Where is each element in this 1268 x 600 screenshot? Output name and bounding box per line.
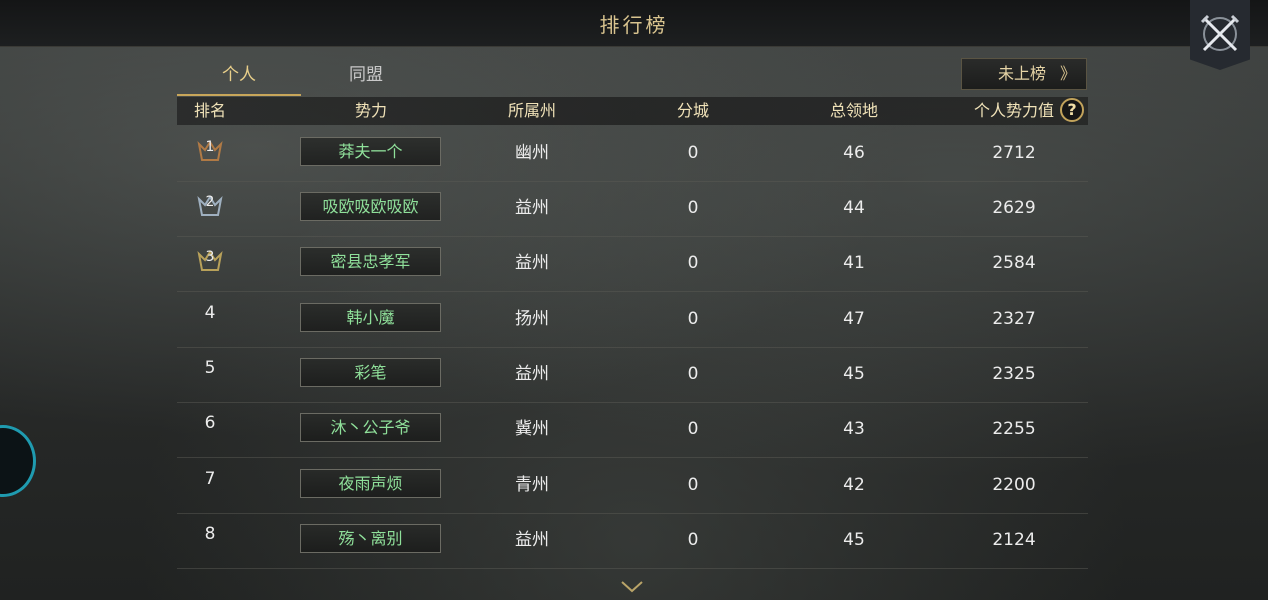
state: 益州 xyxy=(515,198,549,218)
power: 2325 xyxy=(992,364,1036,384)
table-row[interactable]: 2 吸欧吸欧吸欧 益州 0 44 2629 xyxy=(177,181,1088,237)
state: 扬州 xyxy=(515,309,549,329)
branch-city: 0 xyxy=(687,143,699,163)
state: 益州 xyxy=(515,253,549,273)
unranked-button[interactable]: 未上榜 》 xyxy=(961,58,1087,90)
power: 2255 xyxy=(992,419,1036,439)
table-row[interactable]: 6 沐丶公子爷 冀州 0 43 2255 xyxy=(177,402,1088,458)
rank: 6 xyxy=(204,413,216,433)
state: 幽州 xyxy=(515,143,549,163)
branch-city: 0 xyxy=(687,475,699,495)
power: 2124 xyxy=(992,530,1036,550)
territory: 43 xyxy=(843,419,865,439)
power: 2327 xyxy=(992,309,1036,329)
column-header-rank: 排名 xyxy=(193,101,227,120)
page-title: 排行榜 xyxy=(599,13,669,37)
close-button[interactable] xyxy=(1190,0,1250,70)
rank: 1 xyxy=(205,139,215,155)
rank: 2 xyxy=(205,194,215,210)
power: 2712 xyxy=(992,143,1036,163)
branch-city: 0 xyxy=(687,364,699,384)
faction-name-button[interactable]: 韩小魔 xyxy=(300,303,441,332)
faction-name-button[interactable]: 殇丶离别 xyxy=(300,524,441,553)
power: 2629 xyxy=(992,198,1036,218)
faction-name-button[interactable]: 吸欧吸欧吸欧 xyxy=(300,192,441,221)
ranking-table: 1 莽夫一个 幽州 0 46 2712 2 吸欧吸欧吸欧 益州 0 44 262… xyxy=(177,126,1088,600)
rank: 8 xyxy=(204,524,216,544)
table-header: 排名 势力 所属州 分城 总领地 个人势力值 xyxy=(177,97,1088,125)
territory: 44 xyxy=(843,198,865,218)
branch-city: 0 xyxy=(687,530,699,550)
faction-name-button[interactable]: 沐丶公子爷 xyxy=(300,413,441,442)
territory: 45 xyxy=(843,530,865,550)
faction-name-button[interactable]: 密县忠孝军 xyxy=(300,247,441,276)
territory: 47 xyxy=(843,309,865,329)
state: 青州 xyxy=(515,475,549,495)
help-icon[interactable]: ? xyxy=(1060,98,1084,122)
scroll-down-arrow-icon[interactable] xyxy=(620,580,644,594)
power: 2584 xyxy=(992,253,1036,273)
branch-city: 0 xyxy=(687,419,699,439)
territory: 46 xyxy=(843,143,865,163)
crossed-swords-icon xyxy=(1200,14,1240,52)
column-header-faction: 势力 xyxy=(354,101,388,120)
power: 2200 xyxy=(992,475,1036,495)
rank: 4 xyxy=(204,303,216,323)
branch-city: 0 xyxy=(687,198,699,218)
faction-name-button[interactable]: 彩笔 xyxy=(300,358,441,387)
table-row[interactable]: 5 彩笔 益州 0 45 2325 xyxy=(177,347,1088,403)
unranked-button-label: 未上榜 xyxy=(998,64,1047,83)
double-chevron-right-icon: 》 xyxy=(1059,64,1076,83)
column-header-territory: 总领地 xyxy=(829,101,879,120)
tab-alliance[interactable]: 同盟 xyxy=(304,62,428,96)
table-row[interactable]: 8 殇丶离别 益州 0 45 2124 xyxy=(177,513,1088,569)
table-row[interactable]: 4 韩小魔 扬州 0 47 2327 xyxy=(177,292,1088,348)
rank: 5 xyxy=(204,358,216,378)
state: 益州 xyxy=(515,530,549,550)
table-row[interactable]: 3 密县忠孝军 益州 0 41 2584 xyxy=(177,236,1088,292)
top-bar: 排行榜 xyxy=(0,0,1268,47)
table-row[interactable]: 7 夜雨声烦 青州 0 42 2200 xyxy=(177,458,1088,514)
territory: 41 xyxy=(843,253,865,273)
rank: 3 xyxy=(205,249,215,265)
column-header-branch-city: 分城 xyxy=(676,101,710,120)
column-header-power: 个人势力值 xyxy=(973,101,1055,120)
rank: 7 xyxy=(204,469,216,489)
state: 冀州 xyxy=(515,419,549,439)
tab-personal[interactable]: 个人 xyxy=(177,62,301,96)
territory: 42 xyxy=(843,475,865,495)
floating-assistant-icon[interactable] xyxy=(0,425,36,497)
branch-city: 0 xyxy=(687,309,699,329)
branch-city: 0 xyxy=(687,253,699,273)
territory: 45 xyxy=(843,364,865,384)
state: 益州 xyxy=(515,364,549,384)
faction-name-button[interactable]: 莽夫一个 xyxy=(300,137,441,166)
faction-name-button[interactable]: 夜雨声烦 xyxy=(300,469,441,498)
column-header-state: 所属州 xyxy=(507,101,557,120)
table-row[interactable]: 1 莽夫一个 幽州 0 46 2712 xyxy=(177,126,1088,182)
